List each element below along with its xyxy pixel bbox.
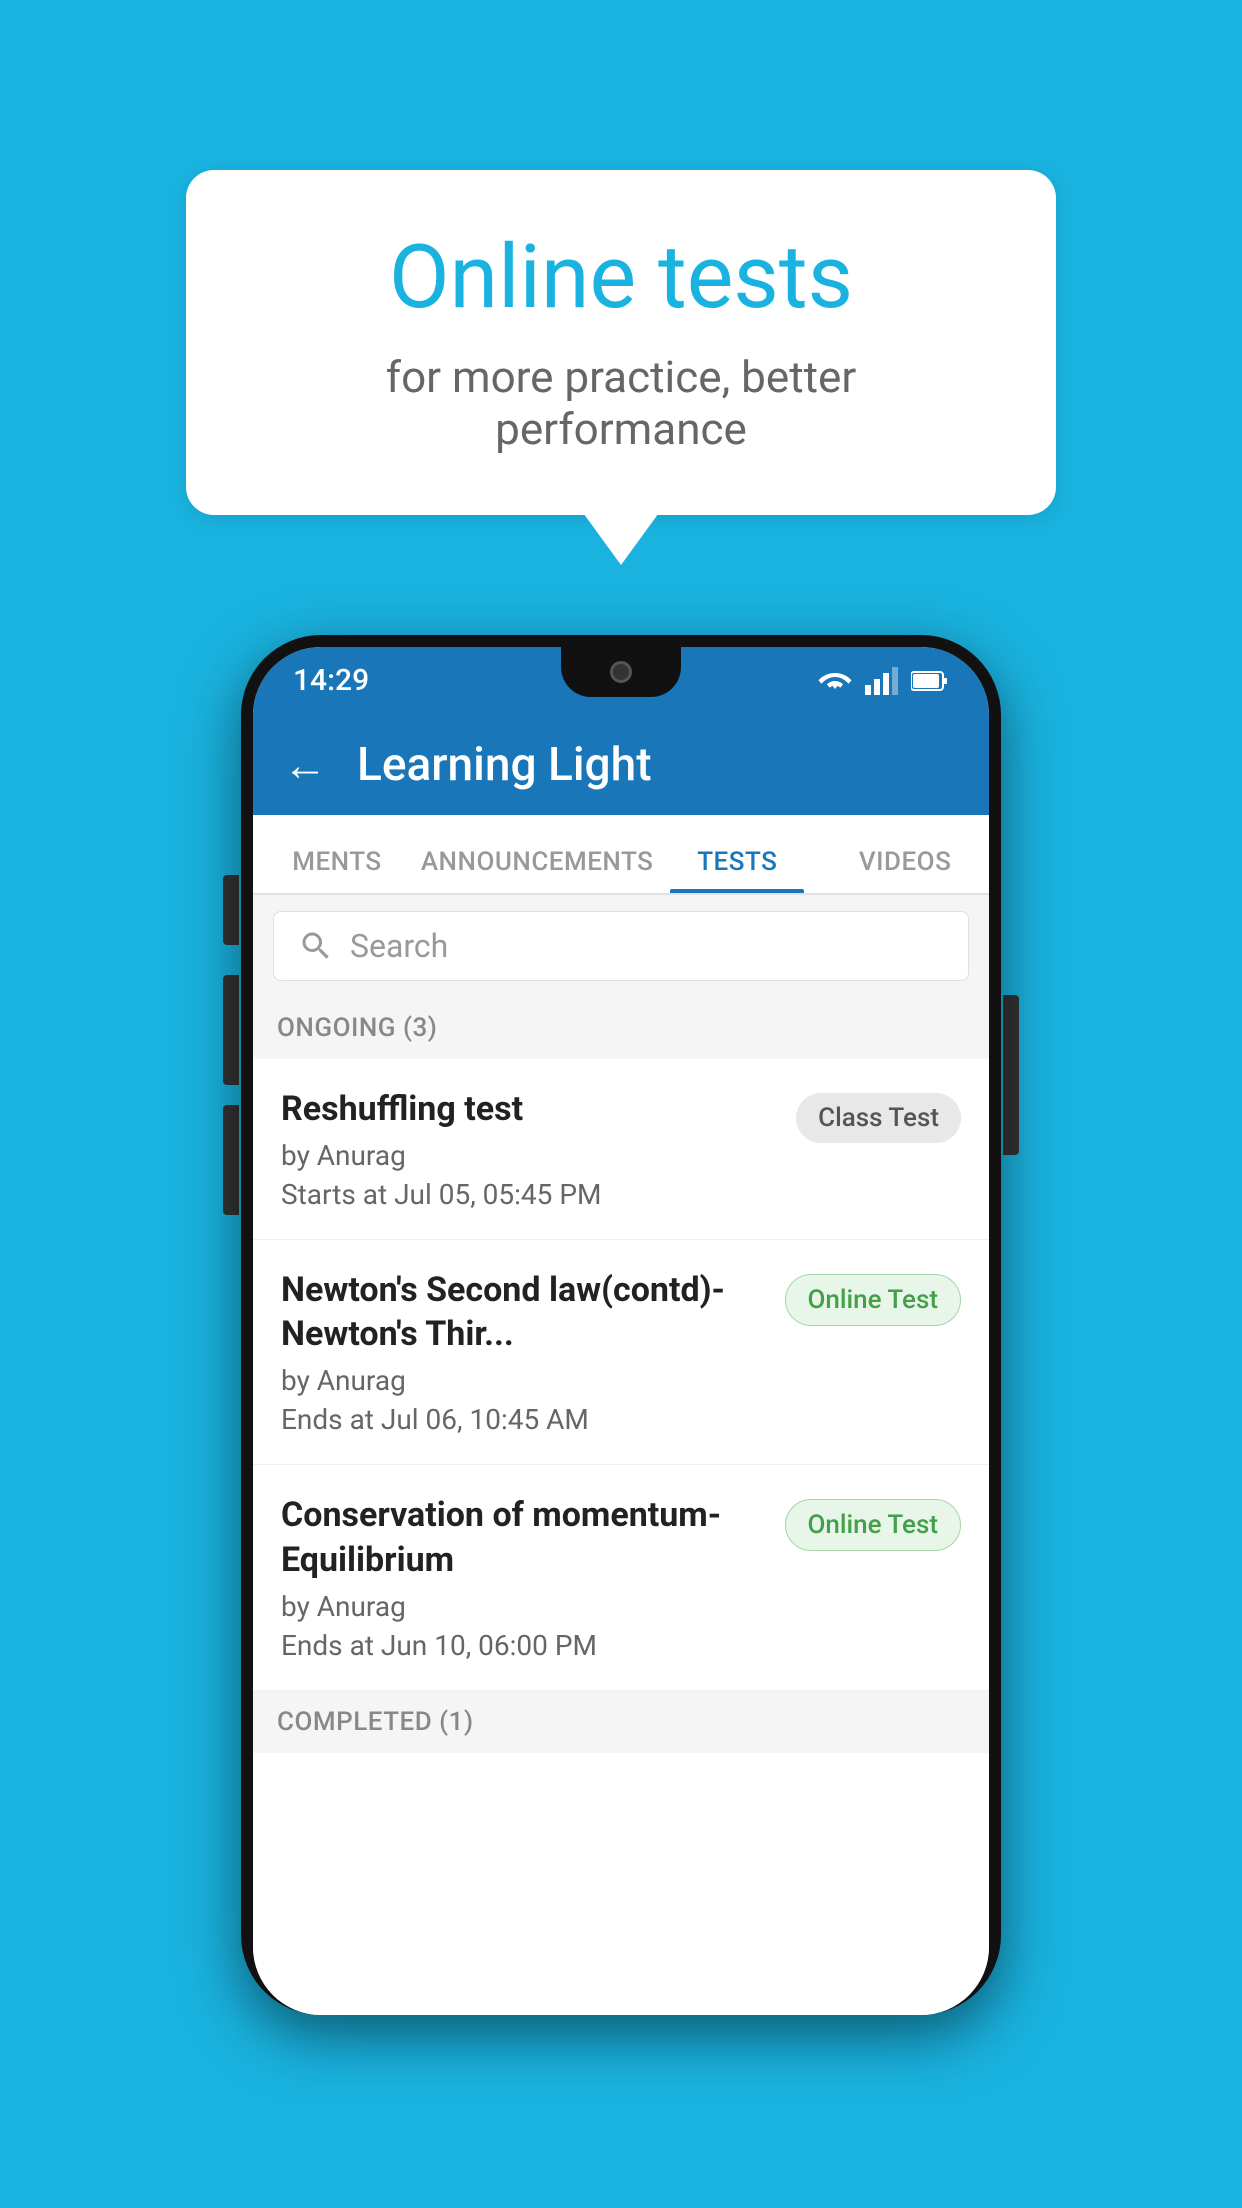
app-title: Learning Light [357, 738, 652, 792]
ongoing-section-header: ONGOING (3) [253, 997, 989, 1059]
search-placeholder: Search [350, 927, 448, 965]
app-bar: ← Learning Light [253, 715, 989, 815]
front-camera [610, 661, 632, 683]
test-author-1: by Anurag [281, 1139, 776, 1172]
battery-icon [911, 669, 949, 693]
status-bar: 14:29 [253, 647, 989, 715]
search-input[interactable]: Search [273, 911, 969, 981]
test-name-3: Conservation of momentum-Equilibrium [281, 1493, 765, 1581]
volume-up-button[interactable] [223, 875, 239, 945]
test-item-3[interactable]: Conservation of momentum-Equilibrium by … [253, 1465, 989, 1690]
tab-tests[interactable]: TESTS [653, 847, 821, 893]
test-item-2[interactable]: Newton's Second law(contd)-Newton's Thir… [253, 1240, 989, 1465]
volume-down-button[interactable] [223, 975, 239, 1085]
tabs-container: MENTS ANNOUNCEMENTS TESTS VIDEOS [253, 815, 989, 895]
notch [561, 647, 681, 697]
phone-wrapper: 14:29 [241, 635, 1001, 2015]
test-info-1: Reshuffling test by Anurag Starts at Jul… [281, 1087, 796, 1211]
test-author-2: by Anurag [281, 1364, 765, 1397]
search-icon [298, 928, 334, 964]
badge-2: Online Test [785, 1274, 962, 1326]
test-author-3: by Anurag [281, 1590, 765, 1623]
test-info-2: Newton's Second law(contd)-Newton's Thir… [281, 1268, 785, 1436]
test-name-1: Reshuffling test [281, 1087, 776, 1131]
signal-icon [865, 667, 899, 695]
test-name-2: Newton's Second law(contd)-Newton's Thir… [281, 1268, 765, 1356]
test-time-3: Ends at Jun 10, 06:00 PM [281, 1629, 765, 1662]
bubble-subtitle: for more practice, better performance [266, 351, 976, 455]
speech-bubble: Online tests for more practice, better p… [186, 170, 1056, 515]
test-info-3: Conservation of momentum-Equilibrium by … [281, 1493, 785, 1661]
test-item-1[interactable]: Reshuffling test by Anurag Starts at Jul… [253, 1059, 989, 1240]
back-button[interactable]: ← [283, 739, 327, 791]
badge-1: Class Test [796, 1093, 961, 1143]
completed-section-header: COMPLETED (1) [253, 1691, 989, 1753]
bubble-title: Online tests [266, 230, 976, 327]
ongoing-title: ONGOING (3) [277, 1013, 437, 1043]
phone-screen: 14:29 [253, 647, 989, 2015]
test-list: Reshuffling test by Anurag Starts at Jul… [253, 1059, 989, 2015]
status-icons [817, 667, 949, 695]
badge-3: Online Test [785, 1499, 962, 1551]
status-time: 14:29 [293, 663, 369, 698]
test-time-2: Ends at Jul 06, 10:45 AM [281, 1403, 765, 1436]
wifi-icon [817, 667, 853, 695]
tab-videos[interactable]: VIDEOS [821, 847, 989, 893]
tab-announcements[interactable]: ANNOUNCEMENTS [421, 847, 654, 893]
tab-ments[interactable]: MENTS [253, 847, 421, 893]
completed-title: COMPLETED (1) [277, 1707, 474, 1737]
search-container: Search [253, 895, 989, 997]
power-button[interactable] [1003, 995, 1019, 1155]
test-time-1: Starts at Jul 05, 05:45 PM [281, 1178, 776, 1211]
phone-frame: 14:29 [241, 635, 1001, 2015]
volume-extra-button [223, 1105, 239, 1215]
